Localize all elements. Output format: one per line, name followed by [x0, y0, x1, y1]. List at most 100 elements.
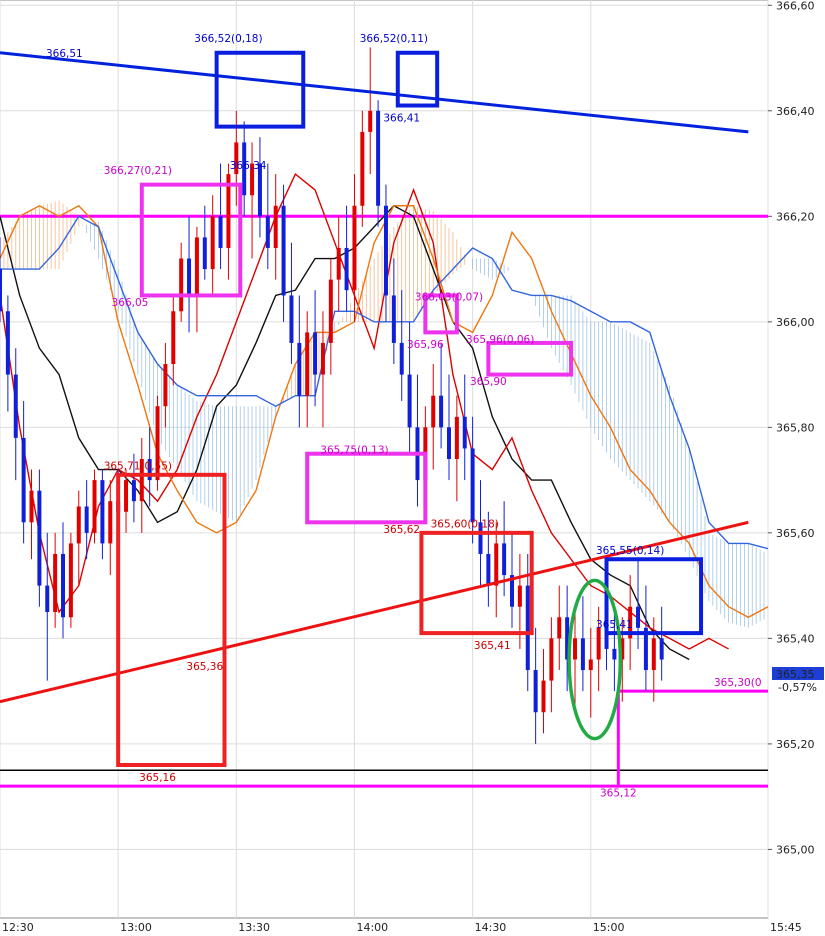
- candle-body: [5, 311, 10, 375]
- candle-body: [494, 543, 499, 586]
- candle-body: [336, 247, 341, 280]
- candle-body: [218, 216, 223, 248]
- candle-body: [470, 448, 475, 523]
- candle-body: [0, 269, 2, 312]
- candle-body: [517, 585, 522, 607]
- candle-body: [289, 295, 294, 343]
- x-tick-label: 12:30: [2, 921, 34, 934]
- price-annotation: 366,03(0,07): [415, 292, 483, 304]
- current-price-tag: 365,35 -0,57%: [772, 667, 824, 694]
- stock-chart: 365,30(0 366,51 366,52(0,18) 366,52(0,11)…: [0, 0, 824, 934]
- price-annotation: 365,36: [186, 661, 223, 673]
- price-annotation: 365,96: [407, 339, 444, 351]
- y-tick-label: 365,20: [776, 738, 815, 751]
- candle-body: [131, 480, 136, 502]
- price-annotation: 365,12: [600, 788, 637, 800]
- price-tag-value: 365,35: [776, 668, 815, 681]
- x-tick-label: 15:00: [593, 921, 625, 934]
- x-tick-label: 13:00: [120, 921, 152, 934]
- candle-body: [502, 543, 507, 576]
- horizontal-line-label: 365,30(0: [714, 677, 762, 689]
- candle-body: [573, 638, 578, 660]
- price-annotation: 366,41: [383, 112, 420, 124]
- trend-line-label: 366,51: [46, 48, 83, 60]
- candle-body: [525, 585, 530, 671]
- price-annotation: 365,55(0,14): [596, 545, 664, 557]
- candle-body: [439, 395, 444, 428]
- y-tick-label: 366,60: [776, 0, 815, 12]
- candle-body: [84, 506, 89, 533]
- candle-body: [68, 543, 73, 618]
- price-annotation: 366,27(0,21): [104, 165, 172, 177]
- candle-body: [187, 258, 192, 296]
- trend-line: [0, 51, 749, 134]
- candle-body: [557, 617, 562, 639]
- candle-body: [636, 606, 641, 628]
- candle-body: [462, 416, 467, 449]
- candle-body: [29, 490, 34, 523]
- y-tick-label: 365,60: [776, 527, 815, 540]
- y-tick-label: 365,00: [776, 843, 815, 856]
- y-tick-label: 365,40: [776, 632, 815, 645]
- candle-body: [92, 480, 97, 533]
- price-annotation: 365,41: [596, 619, 633, 631]
- price-tag-change: -0,57%: [778, 681, 817, 694]
- candle-body: [297, 342, 302, 396]
- candle-body: [273, 205, 278, 248]
- candle-body: [446, 427, 451, 459]
- candle-body: [486, 553, 491, 586]
- candle-body: [37, 490, 42, 586]
- highlight-box: [486, 340, 574, 377]
- y-tick-label: 366,40: [776, 105, 815, 118]
- price-annotation: 365,41: [474, 640, 511, 652]
- y-tick-label: 366,00: [776, 316, 815, 329]
- candle-body: [368, 110, 373, 132]
- candle-body: [407, 374, 412, 428]
- price-annotation: 365,75(0,13): [320, 445, 388, 457]
- highlight-box: [419, 530, 534, 636]
- x-tick-label: 15:45: [770, 921, 802, 934]
- price-annotation: 366,34: [230, 160, 267, 172]
- candle-body: [596, 627, 601, 660]
- candle-body: [588, 659, 593, 671]
- price-annotation: 365,62: [383, 524, 420, 536]
- ichimoku-cloud: [0, 200, 765, 628]
- y-tick-label: 365,80: [776, 421, 815, 434]
- candle-body: [265, 216, 270, 248]
- candle-body: [108, 501, 113, 544]
- candle-body: [612, 648, 617, 660]
- candle-body: [454, 416, 459, 459]
- price-annotation: 365,90: [470, 376, 507, 388]
- candle-body: [320, 342, 325, 375]
- y-axis: 366,60 366,40 366,20 366,00 365,80 365,60 365,…: [768, 0, 815, 856]
- candle-body: [431, 395, 436, 428]
- candle-body: [549, 638, 554, 681]
- plot-frame: [0, 0, 769, 919]
- candle-body: [352, 205, 357, 291]
- candle-body: [61, 553, 66, 618]
- candle-body: [328, 279, 333, 343]
- candle-body: [533, 670, 538, 713]
- candle-body: [659, 638, 664, 660]
- highlight-box: [305, 451, 428, 525]
- price-annotation: 365,96(0,06): [466, 334, 534, 346]
- grid: [0, 0, 769, 919]
- candle-body: [383, 205, 388, 296]
- price-annotation: 365,16: [139, 772, 176, 784]
- candle-body: [171, 311, 176, 365]
- candle-body: [53, 553, 58, 612]
- candle-body: [651, 638, 656, 671]
- x-axis: 12:30 13:00 13:30 14:00 14:30 15:00 15:45: [2, 921, 802, 934]
- candle-body: [179, 258, 184, 312]
- annotations: 366,52(0,18) 366,52(0,11) 366,41 366,34 366,…: [104, 33, 665, 799]
- candle-body: [76, 506, 81, 544]
- x-tick-label: 13:30: [238, 921, 270, 934]
- candle-body: [124, 480, 129, 512]
- highlight-box: [214, 50, 306, 129]
- x-tick-label: 14:00: [356, 921, 388, 934]
- candle-body: [202, 237, 207, 270]
- candle-body: [45, 585, 50, 612]
- price-annotation: 365,60(0,18): [431, 519, 499, 531]
- y-tick-label: 366,20: [776, 210, 815, 223]
- candle-body: [376, 110, 381, 206]
